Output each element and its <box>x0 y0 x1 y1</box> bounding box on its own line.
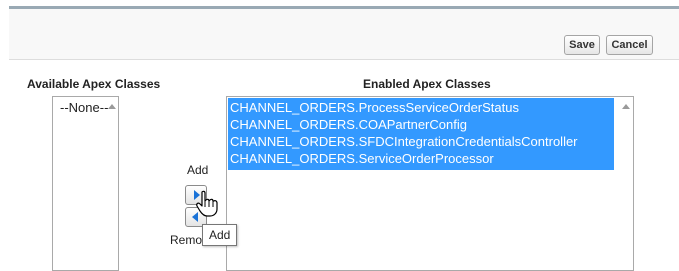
available-classes-heading: Available Apex Classes <box>27 77 161 91</box>
button-bar: Save Cancel <box>9 9 679 60</box>
list-item[interactable]: CHANNEL_ORDERS.COAPartnerConfig <box>230 117 467 132</box>
save-button[interactable]: Save <box>564 35 600 55</box>
list-item[interactable]: --None-- <box>60 100 108 115</box>
hand-pointer-icon <box>196 190 218 217</box>
list-item[interactable]: CHANNEL_ORDERS.ServiceOrderProcessor <box>230 151 494 166</box>
cancel-button[interactable]: Cancel <box>606 35 653 55</box>
add-label: Add <box>187 163 209 177</box>
available-classes-list[interactable]: --None-- <box>52 96 119 271</box>
scroll-up-icon[interactable] <box>622 104 630 109</box>
remove-label: Remove <box>170 233 202 247</box>
add-tooltip: Add <box>202 224 238 246</box>
list-item[interactable]: CHANNEL_ORDERS.SFDCIntegrationCredential… <box>230 134 578 149</box>
enabled-classes-list[interactable]: CHANNEL_ORDERS.ProcessServiceOrderStatus… <box>226 96 634 271</box>
list-item[interactable]: CHANNEL_ORDERS.ProcessServiceOrderStatus <box>230 100 519 115</box>
scroll-up-icon[interactable] <box>108 104 116 109</box>
enabled-classes-heading: Enabled Apex Classes <box>363 77 491 91</box>
